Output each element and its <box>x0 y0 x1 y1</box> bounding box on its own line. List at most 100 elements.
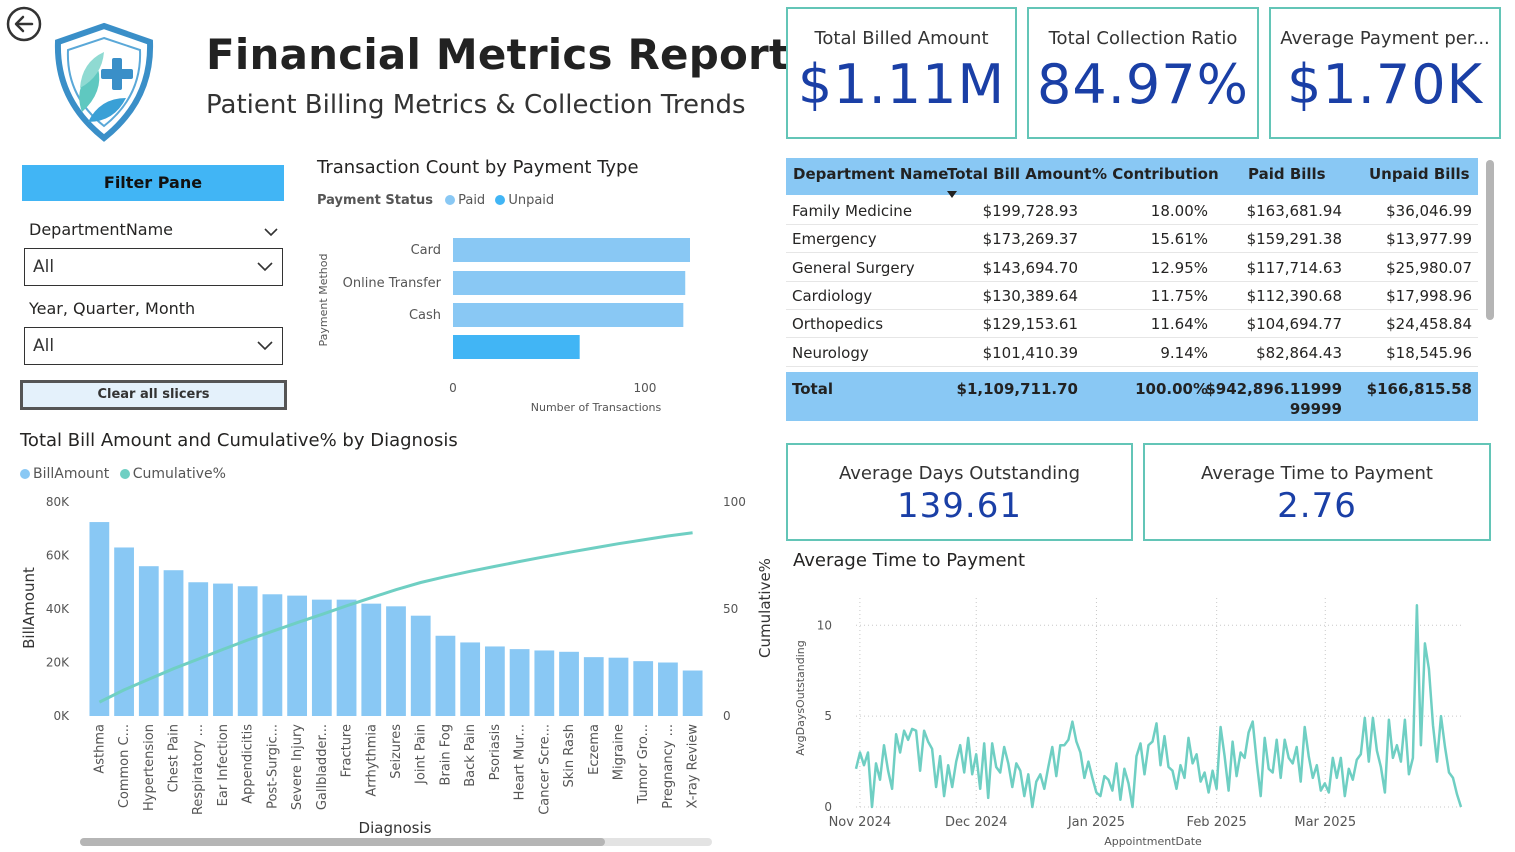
table-cell: $13,977.99 <box>1386 230 1472 249</box>
table-cell: $130,389.64 <box>982 286 1078 305</box>
category-label: Hypertension <box>142 724 157 811</box>
legend-item-cumulative: Cumulative% <box>132 466 226 482</box>
kpi-card-average-payment: Average Payment per... $1.70K <box>1269 7 1501 139</box>
category-label: Asthma <box>92 724 107 774</box>
bar-14 <box>435 635 456 716</box>
report-subtitle: Patient Billing Metrics & Collection Tre… <box>206 90 746 120</box>
y-tick-label: 5 <box>824 709 832 723</box>
bar-8 <box>287 595 308 716</box>
table-cell: 18.00% <box>1150 202 1208 220</box>
table-cell: $112,390.68 <box>1246 286 1342 305</box>
total-pct: 100.00% <box>1135 380 1208 398</box>
bar-2 <box>138 566 159 716</box>
category-label: X-ray Review <box>686 724 701 809</box>
column-header[interactable]: Paid Bills <box>1248 165 1326 183</box>
column-header[interactable]: Unpaid Bills <box>1369 165 1470 183</box>
y-tick-label: 20K <box>46 656 70 670</box>
chevron-down-icon[interactable] <box>263 222 279 241</box>
category-label: Card <box>411 243 441 258</box>
bar-21 <box>608 657 629 716</box>
category-label: Appendicitis <box>241 724 256 804</box>
date-dropdown[interactable]: All <box>24 327 283 365</box>
total-paid-line1: $942,896.11999 <box>1205 380 1342 398</box>
kpi-card-avg-days-outstanding: Average Days Outstanding 139.61 <box>786 443 1133 541</box>
scrollbar-thumb[interactable] <box>80 838 605 846</box>
kpi-card-total-billed: Total Billed Amount $1.11M <box>786 7 1017 139</box>
table-cell: 9.14% <box>1160 343 1208 362</box>
column-header[interactable]: Department Name <box>793 165 948 183</box>
table-cell: $159,291.38 <box>1246 230 1342 249</box>
legend-item-unpaid: Unpaid <box>508 193 555 208</box>
bar-3 <box>163 570 184 716</box>
bar-6 <box>237 586 258 716</box>
category-label: Fracture <box>340 724 355 777</box>
total-unpaid: $166,815.58 <box>1366 380 1472 398</box>
medical-shield-logo-icon <box>52 22 156 142</box>
kpi-card-avg-time-to-payment: Average Time to Payment 2.76 <box>1143 443 1491 541</box>
category-label: Seizures <box>389 724 404 779</box>
category-label: Online Transfer <box>343 276 442 291</box>
average-time-to-payment-chart: 0 5 10 Nov 2024 Dec 2024 Jan 2025 Feb 2025 Mar … <box>794 598 1463 848</box>
y2-tick-label: 100 <box>723 495 746 509</box>
category-label: Common C... <box>117 724 132 808</box>
x-tick-label: Jan 2025 <box>1067 815 1125 830</box>
y-axis-title: Payment Method <box>317 254 330 347</box>
table-row[interactable]: Family Medicine $199,728.93 18.00% $163,681… <box>786 197 1478 225</box>
date-slicer-label: Year, Quarter, Month <box>29 299 196 318</box>
department-dropdown[interactable]: All <box>24 248 283 286</box>
legend-dot-billamount <box>20 469 30 479</box>
avg-days-line <box>854 604 1463 809</box>
table-cell: 11.75% <box>1150 286 1208 305</box>
table-cell: $82,864.43 <box>1256 343 1342 362</box>
transaction-chart-legend: Payment Status Paid Unpaid <box>317 193 554 208</box>
chevron-down-icon <box>257 341 273 351</box>
bar-16 <box>484 646 505 716</box>
column-header[interactable]: % Contribution <box>1092 165 1219 183</box>
clear-all-slicers-button[interactable]: Clear all slicers <box>20 380 287 410</box>
category-label: Respiratory ... <box>191 724 206 815</box>
table-cell: $117,714.63 <box>1246 258 1342 277</box>
y2-tick-label: 0 <box>723 709 731 723</box>
table-cell: General Surgery <box>792 258 915 277</box>
bar-19 <box>559 651 579 716</box>
table-row[interactable]: Neurology $101,410.39 9.14% $82,864.43 $18,5… <box>786 339 1478 367</box>
table-total-row: Total $1,109,711.70 100.00% $942,896.119… <box>786 372 1478 421</box>
y-axis-title: AvgDaysOutstanding <box>794 640 807 756</box>
table-row[interactable]: Orthopedics $129,153.61 11.64% $104,694.77 $… <box>786 310 1478 339</box>
bar-cash <box>453 303 684 327</box>
table-row[interactable]: Cardiology $130,389.64 11.75% $112,390.68 $1… <box>786 282 1478 310</box>
bar-18 <box>534 650 555 716</box>
category-label: Cancer Scre... <box>537 724 552 815</box>
table-cell: $36,046.99 <box>1386 202 1472 220</box>
horizontal-scrollbar[interactable] <box>80 838 712 846</box>
bar-13 <box>410 615 431 716</box>
table-vertical-scrollbar[interactable] <box>1486 160 1494 320</box>
department-table: Department Name Total Bill Amount % Cont… <box>786 158 1478 421</box>
kpi-label: Total Billed Amount <box>814 28 989 49</box>
department-slicer-label: DepartmentName <box>29 220 174 239</box>
table-cell: $101,410.39 <box>982 343 1078 362</box>
chevron-down-icon <box>257 262 273 272</box>
table-row[interactable]: General Surgery $143,694.70 12.95% $117,714… <box>786 254 1478 282</box>
x-tick-label: Dec 2024 <box>945 815 1007 830</box>
bar-10 <box>336 599 357 716</box>
back-arrow-icon[interactable] <box>6 6 42 42</box>
diagnosis-chart-title: Total Bill Amount and Cumulative% by Dia… <box>20 430 458 451</box>
column-header[interactable]: Total Bill Amount <box>947 165 1091 183</box>
x-axis-title: Number of Transactions <box>531 401 662 414</box>
table-cell: Emergency <box>792 230 877 249</box>
table-cell: $199,728.93 <box>982 202 1078 220</box>
table-row[interactable]: Emergency $173,269.37 15.61% $159,291.38 $13… <box>786 225 1478 254</box>
table-cell: $24,458.84 <box>1386 315 1472 334</box>
total-paid-line2: 99999 <box>1289 400 1342 418</box>
bar-7 <box>262 594 283 716</box>
line-chart-title: Average Time to Payment <box>793 550 1026 571</box>
category-label: Tumor Gro... <box>636 724 651 805</box>
kpi-label: Average Time to Payment <box>1200 463 1433 484</box>
table-cell: $163,681.94 <box>1246 202 1342 220</box>
table-cell: Family Medicine <box>792 202 913 220</box>
diagnosis-chart-legend: BillAmount Cumulative% <box>20 466 226 482</box>
kpi-card-collection-ratio: Total Collection Ratio 84.97% <box>1027 7 1259 139</box>
category-label: Psoriasis <box>488 724 503 781</box>
legend-dot-unpaid <box>495 195 506 205</box>
